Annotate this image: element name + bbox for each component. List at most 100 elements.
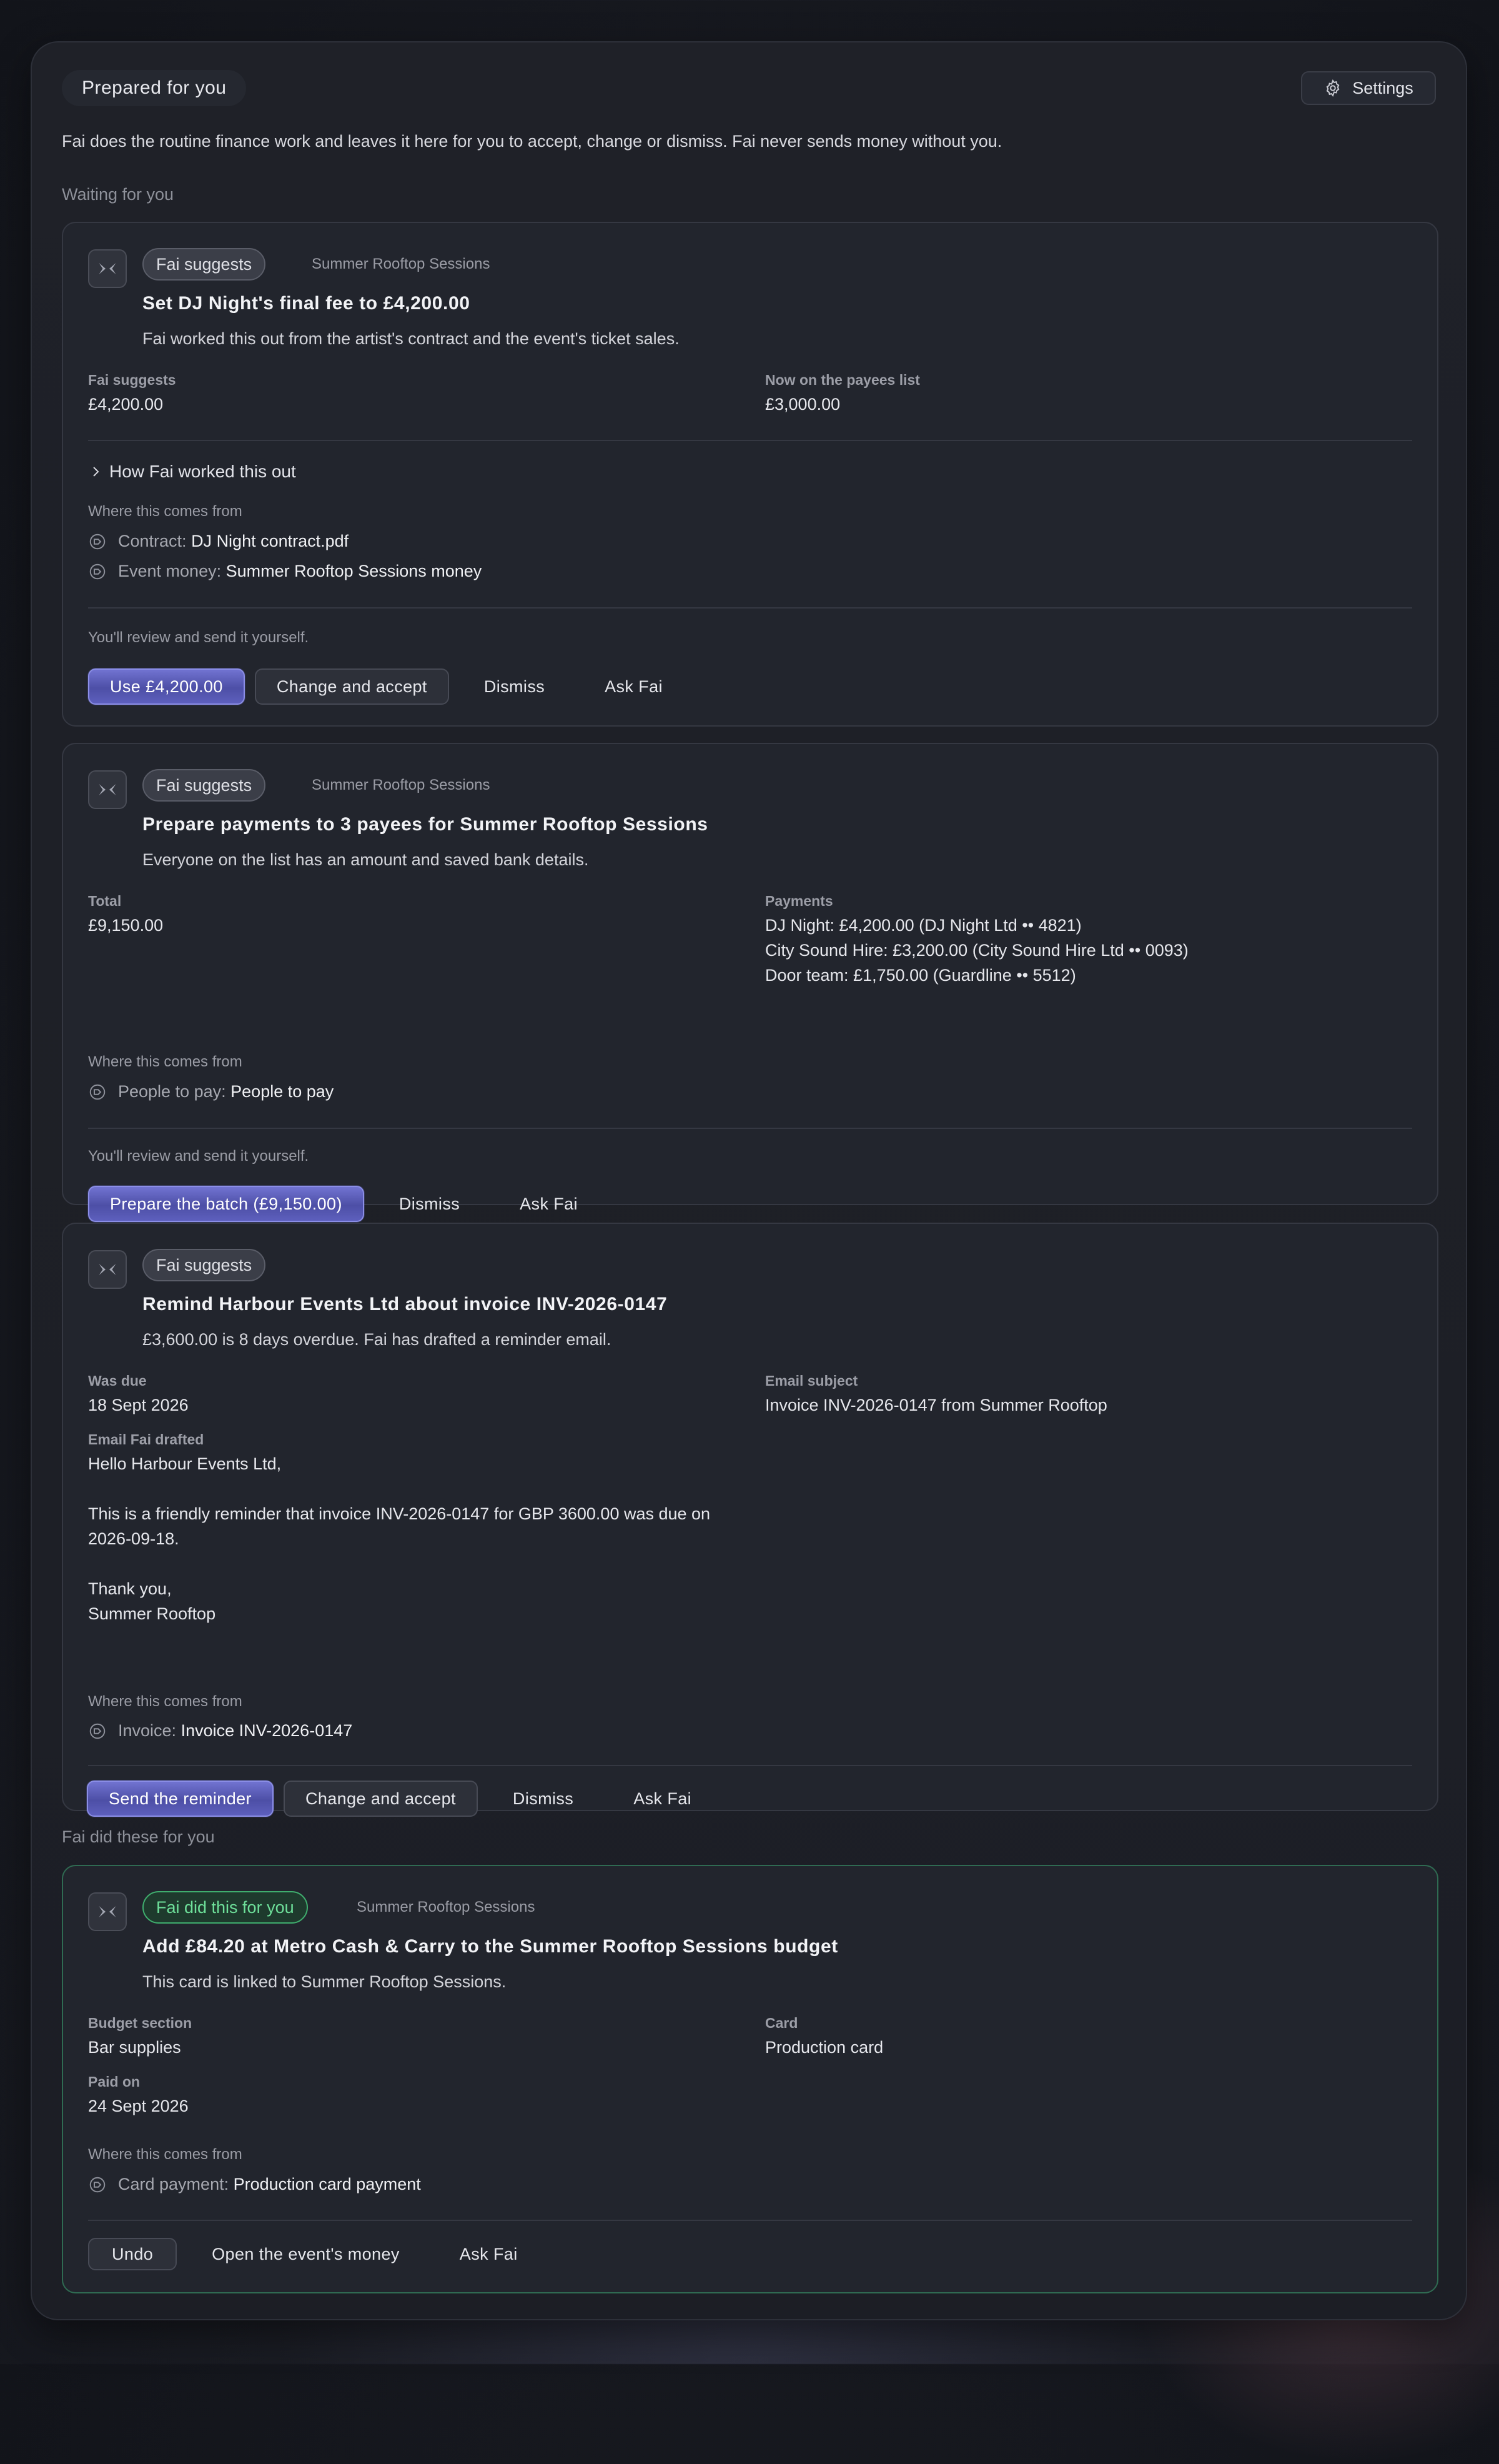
settings-label: Settings (1352, 78, 1413, 97)
email-draft-body: Hello Harbour Events Ltd, This is a frie… (88, 1454, 711, 1623)
source-event-money[interactable]: Event money: Summer Rooftop Sessions mon… (88, 562, 482, 581)
dismiss-button[interactable]: Dismiss (459, 668, 570, 705)
field-label-fai-suggests: Fai suggests (88, 372, 176, 388)
expander-label: How Fai worked this out (109, 462, 296, 481)
prepare-batch-button[interactable]: Prepare the batch (£9,150.00) (88, 1186, 364, 1222)
fai-logo-icon (88, 1892, 127, 1931)
divider (88, 2220, 1412, 2221)
where-from-label: Where this comes from (88, 503, 242, 520)
source-label: Invoice: (118, 1721, 177, 1740)
suggestion-card-fee: Fai suggests Summer Rooftop Sessions Set… (62, 222, 1438, 727)
fai-suggests-badge: Fai suggests (142, 1249, 266, 1281)
where-from-label: Where this comes from (88, 1693, 242, 1710)
use-suggestion-button[interactable]: Use £4,200.00 (88, 668, 245, 705)
done-card-budget: Fai did this for you Summer Rooftop Sess… (62, 1865, 1438, 2293)
source-label: People to pay: (118, 1082, 226, 1101)
link-icon (88, 532, 107, 551)
source-value: Summer Rooftop Sessions money (225, 562, 482, 580)
suggestion-card-reminder: Fai suggests Remind Harbour Events Ltd a… (62, 1223, 1438, 1811)
source-value: DJ Night contract.pdf (191, 532, 349, 550)
source-label: Event money: (118, 562, 222, 580)
field-value-budget-section: Bar supplies (88, 2038, 181, 2057)
field-label-total: Total (88, 893, 122, 909)
field-label-was-due: Was due (88, 1373, 147, 1389)
fai-done-badge: Fai did this for you (142, 1891, 308, 1924)
payment-line: Door team: £1,750.00 (Guardline •• 5512) (765, 966, 1076, 985)
source-card-payment[interactable]: Card payment: Production card payment (88, 2175, 421, 2194)
ask-fai-button[interactable]: Ask Fai (608, 1781, 716, 1817)
source-label: Card payment: (118, 2175, 229, 2193)
dismiss-button[interactable]: Dismiss (488, 1781, 598, 1817)
field-value-email-subject: Invoice INV-2026-0147 from Summer Roofto… (765, 1396, 1107, 1414)
divider (88, 607, 1412, 609)
source-people-to-pay[interactable]: People to pay: People to pay (88, 1082, 334, 1101)
event-name: Summer Rooftop Sessions (312, 777, 490, 793)
card-subtitle: £3,600.00 is 8 days overdue. Fai has dra… (142, 1330, 611, 1349)
fai-logo-icon (88, 770, 127, 809)
change-accept-button[interactable]: Change and accept (283, 1781, 478, 1817)
field-label-payments: Payments (765, 893, 833, 909)
divider (88, 440, 1412, 441)
open-event-money-button[interactable]: Open the event's money (187, 2236, 425, 2272)
send-reminder-button[interactable]: Send the reminder (87, 1781, 274, 1817)
field-value-paid-on: 24 Sept 2026 (88, 2097, 189, 2115)
section-done-title: Fai did these for you (62, 1827, 215, 1846)
review-note: You'll review and send it yourself. (88, 1148, 309, 1165)
where-from-label: Where this comes from (88, 1053, 242, 1070)
field-label-card: Card (765, 2015, 798, 2031)
card-actions: Undo Open the event's money Ask Fai (88, 2236, 543, 2272)
how-fai-worked-expander[interactable]: How Fai worked this out (88, 462, 296, 482)
source-value: People to pay (230, 1082, 334, 1101)
intro-text: Fai does the routine finance work and le… (62, 132, 1002, 151)
section-waiting-title: Waiting for you (62, 185, 174, 204)
card-subtitle: Everyone on the list has an amount and s… (142, 850, 589, 869)
reminder-card-actions: Send the reminder Change and accept Dism… (87, 1781, 716, 1817)
card-subtitle: This card is linked to Summer Rooftop Se… (142, 1972, 507, 1991)
ask-fai-button[interactable]: Ask Fai (435, 2236, 543, 2272)
suggestion-card-payments: Fai suggests Summer Rooftop Sessions Pre… (62, 743, 1438, 1222)
payment-line: DJ Night: £4,200.00 (DJ Night Ltd •• 482… (765, 916, 1082, 935)
field-label-budget-section: Budget section (88, 2015, 192, 2031)
ask-fai-button[interactable]: Ask Fai (495, 1186, 603, 1222)
source-label: Contract: (118, 532, 187, 550)
chevron-right-icon (88, 464, 103, 479)
undo-button[interactable]: Undo (88, 2238, 177, 2270)
field-value-fai-suggests: £4,200.00 (88, 395, 164, 414)
field-label-email-subject: Email subject (765, 1373, 858, 1389)
card-title: Set DJ Night's final fee to £4,200.00 (142, 293, 470, 314)
event-name: Summer Rooftop Sessions (357, 1899, 535, 1915)
source-invoice[interactable]: Invoice: Invoice INV-2026-0147 (88, 1721, 352, 1741)
card-title: Prepare payments to 3 payees for Summer … (142, 814, 708, 835)
field-value-total: £9,150.00 (88, 916, 164, 935)
settings-button[interactable]: Settings (1301, 71, 1436, 105)
ask-fai-button[interactable]: Ask Fai (580, 668, 688, 705)
link-icon (88, 1083, 107, 1101)
card-subtitle: Fai worked this out from the artist's co… (142, 329, 680, 348)
link-icon (88, 562, 107, 581)
dismiss-button[interactable]: Dismiss (374, 1186, 485, 1222)
panel-title: Prepared for you (62, 70, 247, 106)
card-actions: Prepare the batch (£9,150.00) Dismiss As… (88, 1186, 603, 1222)
event-name: Summer Rooftop Sessions (312, 256, 490, 272)
fai-suggests-badge: Fai suggests (142, 769, 266, 802)
source-value: Production card payment (233, 2175, 421, 2193)
field-label-paid-on: Paid on (88, 2074, 141, 2090)
link-icon (88, 2175, 107, 2194)
field-value-was-due: 18 Sept 2026 (88, 1396, 189, 1414)
change-accept-button[interactable]: Change and accept (254, 668, 449, 705)
divider (88, 1128, 1412, 1129)
field-value-card: Production card (765, 2038, 884, 2057)
field-label-payees-list: Now on the payees list (765, 372, 920, 388)
panel-header: Prepared for you Settings (62, 70, 1436, 107)
source-contract[interactable]: Contract: DJ Night contract.pdf (88, 532, 349, 551)
card-actions: Use £4,200.00 Change and accept Dismiss … (88, 668, 688, 705)
fai-logo-icon (88, 1250, 127, 1289)
divider (88, 1765, 1412, 1766)
card-title: Remind Harbour Events Ltd about invoice … (142, 1294, 668, 1314)
review-note: You'll review and send it yourself. (88, 629, 309, 646)
gear-icon (1323, 79, 1342, 97)
fai-suggests-badge: Fai suggests (142, 248, 266, 281)
payment-line: City Sound Hire: £3,200.00 (City Sound H… (765, 941, 1189, 960)
where-from-label: Where this comes from (88, 2146, 242, 2163)
card-title: Add £84.20 at Metro Cash & Carry to the … (142, 1936, 838, 1957)
